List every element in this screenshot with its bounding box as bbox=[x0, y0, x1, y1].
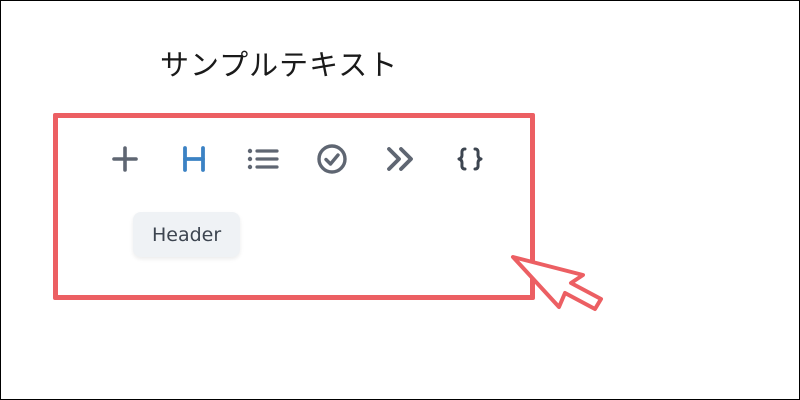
mouse-pointer-icon bbox=[511, 255, 603, 311]
block-toolbar bbox=[102, 136, 516, 182]
check-circle-icon bbox=[317, 144, 347, 174]
sample-text: サンプルテキスト bbox=[160, 48, 399, 82]
curly-braces-icon bbox=[457, 147, 483, 171]
double-chevron-right-icon bbox=[387, 147, 413, 171]
tooltip-label: Header bbox=[152, 223, 222, 246]
list-button[interactable] bbox=[240, 136, 286, 182]
plus-icon bbox=[112, 146, 138, 172]
list-icon bbox=[247, 148, 279, 170]
code-button[interactable] bbox=[447, 136, 493, 182]
header-icon bbox=[183, 146, 205, 172]
quote-button[interactable] bbox=[378, 136, 424, 182]
checklist-button[interactable] bbox=[309, 136, 355, 182]
header-tooltip: Header bbox=[133, 212, 241, 257]
add-block-button[interactable] bbox=[102, 136, 148, 182]
header-button[interactable] bbox=[171, 136, 217, 182]
